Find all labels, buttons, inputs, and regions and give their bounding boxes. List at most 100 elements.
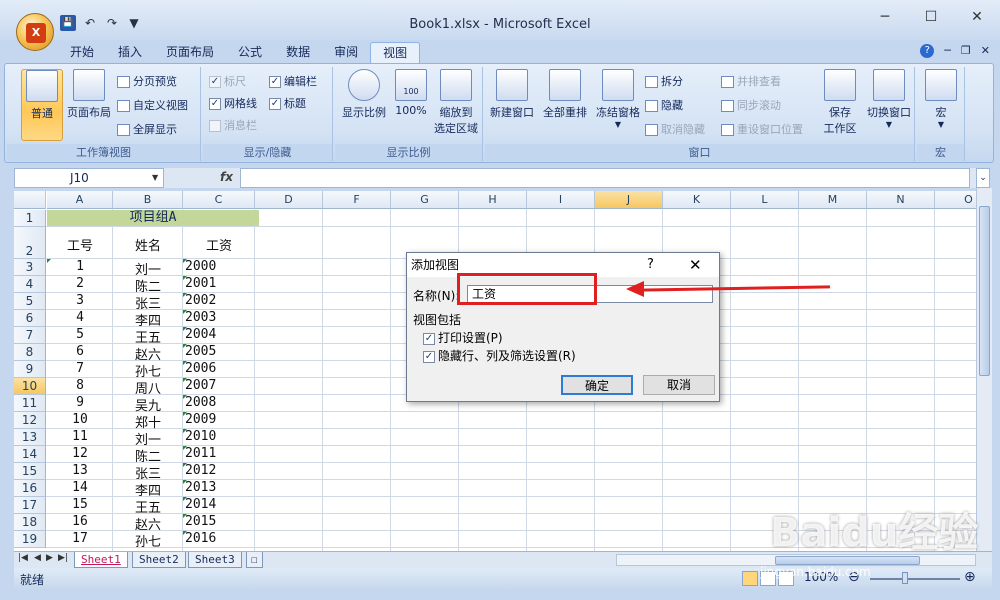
first-sheet-icon[interactable]: |◀ [18,553,28,563]
tab-page-layout[interactable]: 页面布局 [154,42,226,64]
row-header-2[interactable]: 2 [14,227,46,259]
row-header-18[interactable]: 18 [14,514,46,531]
data-cell[interactable]: 16 [47,514,113,529]
dialog-help-button[interactable]: ? [647,253,654,277]
split-button[interactable]: 拆分 [645,73,683,91]
gridlines-checkbox[interactable]: ✓ 网格线 [209,95,257,113]
row-header-5[interactable]: 5 [14,293,46,310]
zoom-in-icon[interactable]: ⊕ [964,569,976,585]
data-cell[interactable]: 2004 [185,327,216,342]
row-header-15[interactable]: 15 [14,463,46,480]
custom-views-button[interactable]: 自定义视图 [117,97,188,115]
vertical-scrollbar[interactable] [976,188,992,551]
column-header-h[interactable]: H [459,191,527,209]
ribbon-minimize-icon[interactable]: ─ [944,44,951,58]
column-header-a[interactable]: A [47,191,113,209]
data-cell[interactable]: 2009 [185,412,216,427]
minimize-button[interactable]: ─ [862,9,908,25]
hide-button[interactable]: 隐藏 [645,97,683,115]
data-cell[interactable]: 10 [47,412,113,427]
next-sheet-icon[interactable]: ▶ [46,553,53,563]
print-settings-checkbox[interactable]: ✓ 打印设置(P) [423,329,503,346]
row-header-13[interactable]: 13 [14,429,46,446]
data-cell[interactable]: 11 [47,429,113,444]
vertical-scroll-thumb[interactable] [979,206,990,376]
column-header-n[interactable]: N [867,191,935,209]
formula-bar-checkbox[interactable]: ✓ 编辑栏 [269,73,317,91]
row-header-19[interactable]: 19 [14,531,46,548]
freeze-panes-button[interactable]: 冻结窗格 ▼ [593,69,643,129]
row-header-7[interactable]: 7 [14,327,46,344]
zoom-button[interactable]: 显示比例 [339,69,389,120]
cancel-button[interactable]: 取消 [643,375,715,395]
data-cell[interactable]: 2011 [185,446,216,461]
data-cell[interactable]: 2000 [185,259,216,274]
row-header-10[interactable]: 10 [14,378,46,395]
data-cell[interactable]: 7 [47,361,113,376]
data-cell[interactable]: 2014 [185,497,216,512]
tab-data[interactable]: 数据 [274,42,322,64]
data-cell[interactable]: 1 [47,259,113,274]
column-header-o[interactable]: O [935,191,976,209]
name-box[interactable]: J10 [14,168,164,188]
data-cell[interactable]: 2015 [185,514,216,529]
sheet-tab-sheet3[interactable]: Sheet3 [188,552,242,568]
data-cell[interactable]: 2013 [185,480,216,495]
column-header-f[interactable]: F [323,191,391,209]
normal-view-button[interactable]: 普通 [21,69,63,141]
data-cell[interactable]: 2016 [185,531,216,546]
data-cell[interactable]: 5 [47,327,113,342]
insert-function-icon[interactable]: fx [220,170,233,184]
column-header-j[interactable]: J [595,191,663,209]
reset-window-position-button[interactable]: 重设窗口位置 [721,121,803,139]
row-header-8[interactable]: 8 [14,344,46,361]
row-header-14[interactable]: 14 [14,446,46,463]
sync-scrolling-button[interactable]: 同步滚动 [721,97,781,115]
row-header-9[interactable]: 9 [14,361,46,378]
help-icon[interactable]: ? [920,44,935,58]
headings-checkbox[interactable]: ✓ 标题 [269,95,306,113]
row-header-1[interactable]: 1 [14,210,46,227]
formula-input[interactable] [240,168,970,188]
zoom-100-button[interactable]: 100 100% [391,69,431,117]
data-cell[interactable]: 2012 [185,463,216,478]
data-cell[interactable]: 2006 [185,361,216,376]
column-header-b[interactable]: B [113,191,183,209]
maximize-button[interactable]: ☐ [908,9,954,25]
column-header-g[interactable]: G [391,191,459,209]
new-window-button[interactable]: 新建窗口 [487,69,537,120]
expand-formula-bar-icon[interactable]: ⌄ [976,168,990,188]
last-sheet-icon[interactable]: ▶| [58,553,68,563]
insert-sheet-icon[interactable]: ☐ [246,552,263,568]
data-cell[interactable]: 4 [47,310,113,325]
data-cell[interactable]: 9 [47,395,113,410]
data-cell[interactable]: 17 [47,531,113,546]
hidden-rows-checkbox[interactable]: ✓ 隐藏行、列及筛选设置(R) [423,347,576,364]
row-header-3[interactable]: 3 [14,259,46,276]
header-cell[interactable]: 工号 [47,235,113,254]
zoom-to-selection-button[interactable]: 缩放到 选定区域 [431,69,481,136]
zoom-slider-knob[interactable] [902,572,908,584]
ok-button[interactable]: 确定 [561,375,633,395]
data-cell[interactable]: 孙七 [113,531,183,550]
macros-button[interactable]: 宏 ▼ [921,69,961,129]
data-cell[interactable]: 13 [47,463,113,478]
header-cell[interactable]: 工资 [183,235,255,254]
column-header-k[interactable]: K [663,191,731,209]
ribbon-restore-icon[interactable]: ❐ [961,44,971,58]
office-button[interactable]: X [16,13,54,51]
close-button[interactable]: ✕ [954,9,1000,25]
switch-windows-button[interactable]: 切换窗口 ▼ [863,69,915,129]
column-header-c[interactable]: C [183,191,255,209]
tab-view[interactable]: 视图 [370,42,421,64]
data-cell[interactable]: 2005 [185,344,216,359]
data-cell[interactable]: 2010 [185,429,216,444]
name-box-dropdown-icon[interactable]: ▼ [152,173,158,182]
page-layout-view-button[interactable]: 页面布局 [65,69,113,120]
data-cell[interactable]: 2007 [185,378,216,393]
row-header-4[interactable]: 4 [14,276,46,293]
header-cell[interactable]: 姓名 [113,235,183,254]
data-cell[interactable]: 12 [47,446,113,461]
sheet-tab-sheet2[interactable]: Sheet2 [132,552,186,568]
tab-formulas[interactable]: 公式 [226,42,274,64]
